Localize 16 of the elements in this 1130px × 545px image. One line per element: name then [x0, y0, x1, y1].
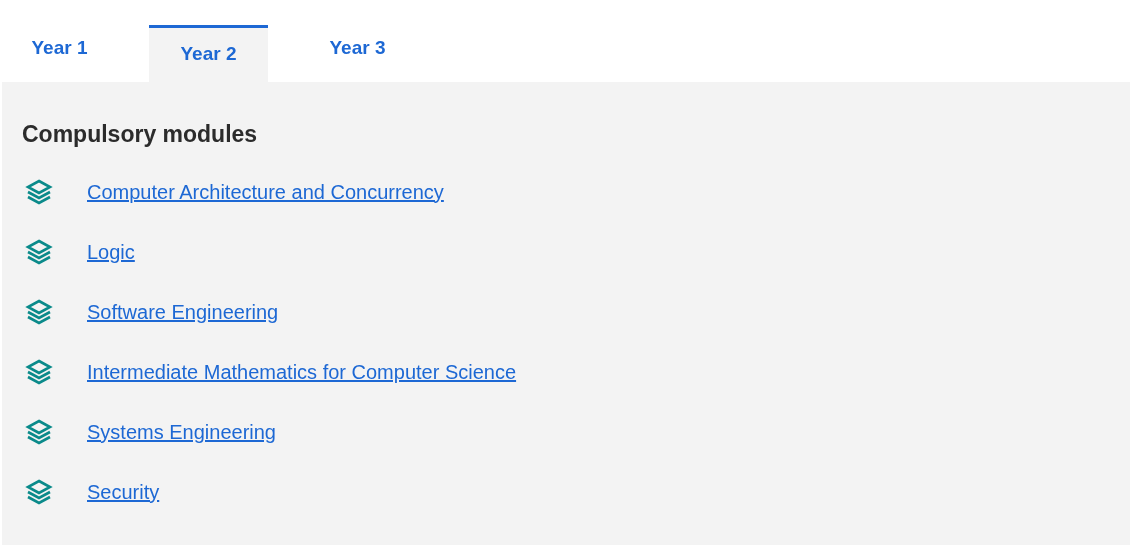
year-tab[interactable]: Year 2 [149, 25, 268, 82]
layers-icon [25, 419, 53, 445]
module-link[interactable]: Computer Architecture and Concurrency [87, 180, 444, 204]
layers-icon [25, 299, 53, 325]
layers-icon [25, 239, 53, 265]
module-link[interactable]: Intermediate Mathematics for Computer Science [87, 360, 517, 384]
module-link[interactable]: Logic [87, 240, 135, 264]
layers-icon [25, 179, 53, 205]
section-heading: Compulsory modules [22, 120, 259, 148]
year-tab[interactable]: Year 1 [0, 25, 119, 82]
layers-icon [25, 359, 53, 385]
module-link[interactable]: Security [87, 480, 160, 504]
year-tab[interactable]: Year 3 [298, 25, 417, 82]
layers-icon [25, 479, 53, 505]
module-link[interactable]: Software Engineering [87, 300, 279, 324]
module-link[interactable]: Systems Engineering [87, 420, 276, 444]
